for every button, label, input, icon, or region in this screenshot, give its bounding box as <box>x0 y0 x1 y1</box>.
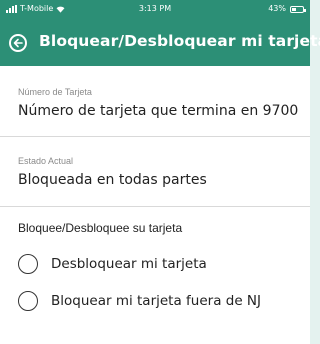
back-button[interactable] <box>9 34 27 52</box>
unlock-card-option[interactable]: Desbloquear mi tarjeta <box>18 254 207 274</box>
status-time: 3:13 PM <box>138 4 172 13</box>
status-bar: T-Mobile 3:13 PM 43% <box>0 0 310 18</box>
current-status-value: Bloqueada en todas partes <box>18 172 207 188</box>
card-number-field: Número de Tarjeta Número de tarjeta que … <box>18 87 298 119</box>
app-header: T-Mobile 3:13 PM 43% Bloquear/Desbloquea… <box>0 0 320 66</box>
nav-bar: Bloquear/Desbloquear mi tarjeta <box>0 26 320 62</box>
unlock-card-label: Desbloquear mi tarjeta <box>51 256 207 272</box>
status-right: 43% <box>268 0 306 18</box>
divider <box>0 206 310 207</box>
battery-fill <box>292 7 296 11</box>
current-status-label: Estado Actual <box>18 156 74 166</box>
card-number-label: Número de Tarjeta <box>18 87 92 97</box>
lock-outside-nj-label: Bloquear mi tarjeta fuera de NJ <box>51 293 262 309</box>
main-content: Número de Tarjeta Número de tarjeta que … <box>0 66 310 344</box>
lock-section-title: Bloquee/Desbloquee su tarjeta <box>18 221 183 235</box>
lock-outside-nj-option[interactable]: Bloquear mi tarjeta fuera de NJ <box>18 291 261 311</box>
lock-outside-nj-radio[interactable] <box>18 291 38 311</box>
arrow-left-icon <box>13 38 23 48</box>
card-number-value: Número de tarjeta que termina en 9700 <box>18 103 299 119</box>
divider <box>0 136 310 137</box>
battery-percent: 43% <box>268 4 286 13</box>
unlock-card-radio[interactable] <box>18 254 38 274</box>
battery-icon <box>290 5 306 13</box>
current-status-field: Estado Actual Bloqueada en todas partes <box>18 156 207 188</box>
page-title: Bloquear/Desbloquear mi tarjeta <box>39 32 320 50</box>
